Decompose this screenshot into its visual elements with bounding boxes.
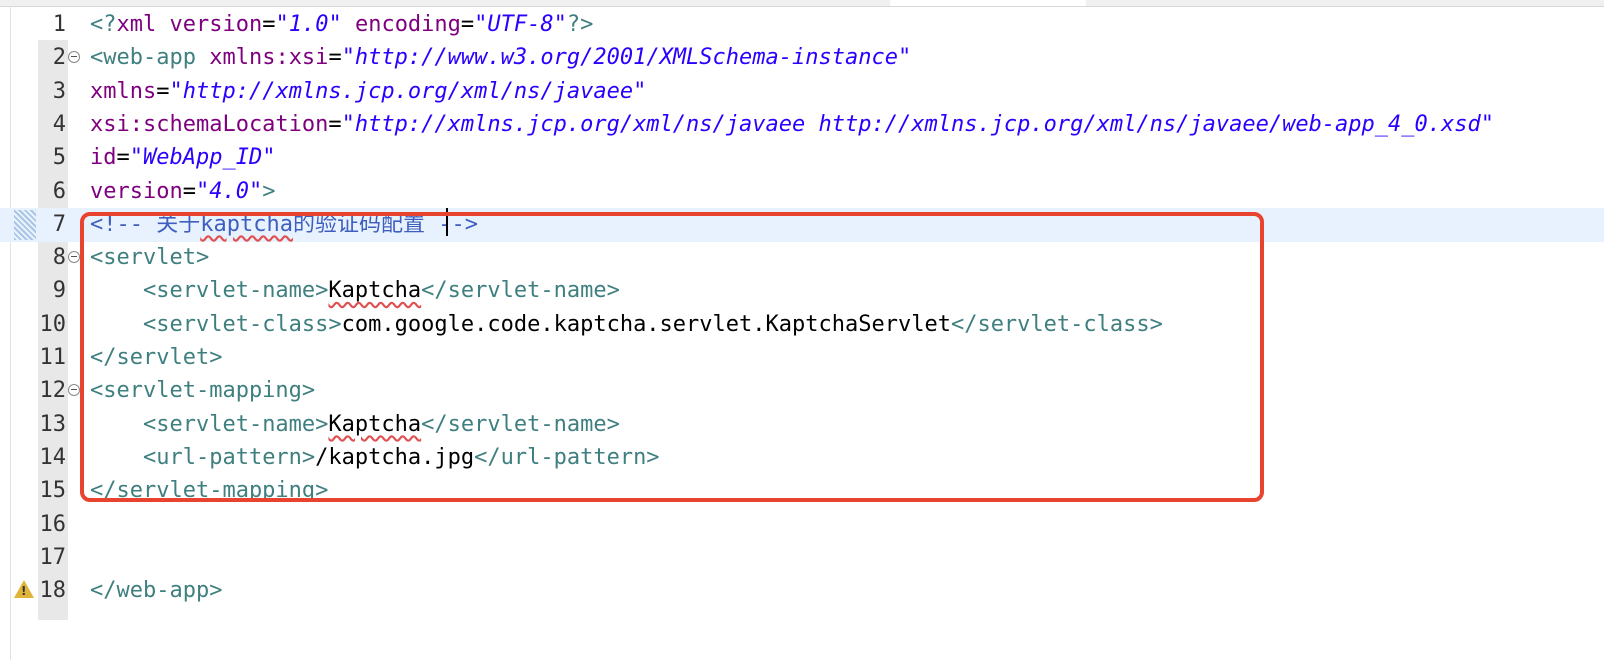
token: "1.0" — [275, 12, 342, 37]
token: xmlns:xsi — [209, 45, 329, 71]
code-line[interactable]: 16 — [0, 508, 1604, 542]
line-number: 10 — [39, 311, 67, 337]
code-line[interactable]: 3 xmlns="http://xmlns.jcp.org/xml/ns/java… — [0, 75, 1604, 109]
token: < — [90, 45, 104, 71]
editor-tab-bar — [0, 0, 1604, 7]
token: "WebApp_ID" — [129, 145, 276, 171]
token: "http://xmlns.jcp.org/xml/ns/javaee http… — [341, 111, 1494, 137]
code-line[interactable]: 5 id="WebApp_ID" — [0, 141, 1604, 175]
token: ?> — [566, 12, 594, 37]
line-number: 7 — [52, 211, 66, 237]
line-number: 1 — [52, 12, 66, 37]
collapse-icon[interactable] — [68, 384, 80, 397]
line-number: 8 — [52, 245, 66, 271]
token: id — [90, 145, 117, 171]
token: encoding — [354, 12, 461, 37]
token: > — [262, 178, 276, 204]
line-number: 2 — [52, 45, 66, 71]
line-number: 15 — [39, 478, 67, 504]
code-editor[interactable]: 1 <?xml version="1.0" encoding="UTF-8"?> … — [0, 0, 1604, 660]
code-line[interactable]: ! 18 </web-app> — [0, 574, 1604, 608]
line-number: 3 — [52, 78, 66, 104]
line-number: 17 — [39, 544, 67, 570]
code-line[interactable]: 6 version="4.0"> — [0, 175, 1604, 209]
code-line[interactable]: 2 <web-app xmlns:xsi="http://www.w3.org/2… — [0, 41, 1604, 75]
token: xmlns — [90, 78, 157, 104]
collapse-icon[interactable] — [68, 251, 80, 264]
token: </web-app> — [90, 578, 223, 604]
token: xsi:schemaLocation — [90, 111, 329, 137]
line-number: 11 — [39, 345, 67, 370]
token: "4.0" — [195, 178, 263, 204]
collapse-icon[interactable] — [68, 51, 80, 64]
line-number: 14 — [39, 444, 67, 470]
highlight-annotation-box — [80, 212, 1264, 502]
token: xml — [116, 12, 157, 37]
line-number: 4 — [52, 111, 66, 137]
line-number: 9 — [52, 278, 66, 304]
token: "http://www.w3.org/2001/XMLSchema-instan… — [341, 45, 912, 71]
token: "UTF-8" — [474, 12, 567, 37]
active-tab[interactable] — [890, 0, 1086, 6]
line-number: 16 — [39, 511, 67, 537]
line-number: 6 — [52, 178, 66, 204]
code-line[interactable]: 4 xsi:schemaLocation="http://xmlns.jcp.or… — [0, 108, 1604, 142]
line-number: 12 — [39, 378, 67, 404]
code-line[interactable]: 17 — [0, 541, 1604, 575]
token: "http://xmlns.jcp.org/xml/ns/javaee" — [169, 78, 647, 104]
line-number: 5 — [52, 145, 66, 171]
line-number: 18 — [39, 578, 67, 604]
token: version — [90, 178, 183, 204]
code-line[interactable]: 1 <?xml version="1.0" encoding="UTF-8"?> — [0, 8, 1604, 42]
token: <? — [90, 12, 117, 37]
line-number: 13 — [39, 411, 67, 437]
token: version — [169, 12, 263, 37]
token: web-app — [103, 45, 196, 71]
